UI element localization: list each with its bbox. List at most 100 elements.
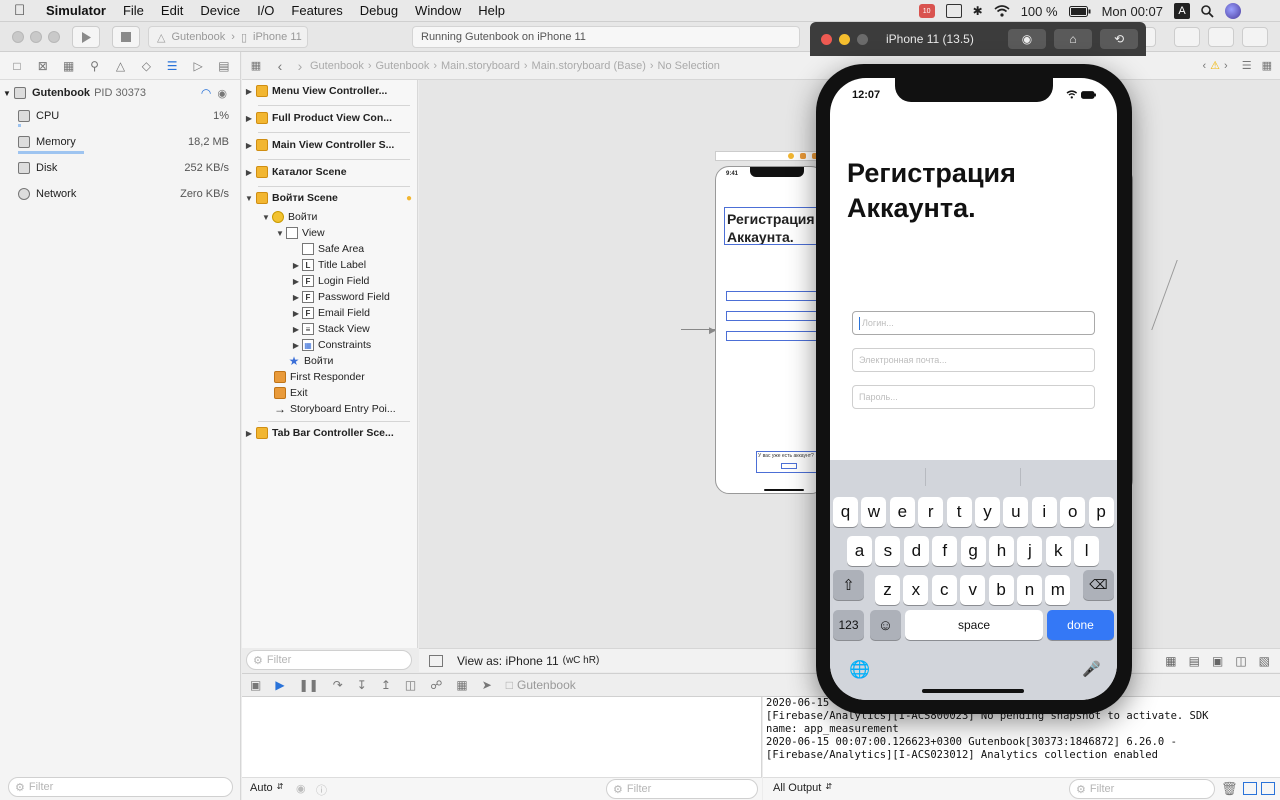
login-field[interactable]: Логин... <box>852 311 1095 335</box>
view-as-label[interactable]: View as: iPhone 11 <box>457 654 559 668</box>
gauge-network[interactable]: Network Zero KB/s <box>0 182 241 206</box>
menu-window[interactable]: Window <box>415 3 461 18</box>
minimize-window-button[interactable] <box>30 31 42 43</box>
scene-dock[interactable] <box>715 151 825 161</box>
space-key[interactable]: space <box>905 610 1043 640</box>
outline-item-view-controller[interactable]: ▼ Войти <box>260 209 317 225</box>
outline-item-first-responder[interactable]: First Responder <box>262 369 365 385</box>
console-filter-field[interactable]: ⚙ Filter <box>1069 779 1215 799</box>
sim-close-button[interactable] <box>821 33 832 45</box>
outline-item-stack-view[interactable]: ▶ ≡ Stack View <box>290 321 370 337</box>
auto-selector[interactable]: Auto ⇵ <box>250 782 283 794</box>
report-icon[interactable]: ▤ <box>215 59 233 73</box>
screenshot-button[interactable]: ◉ <box>1008 29 1046 49</box>
breakpoint-icon[interactable]: ▷ <box>189 59 207 73</box>
outline-item-view[interactable]: ▼ View <box>274 225 325 241</box>
key-z[interactable]: z <box>875 575 900 605</box>
add-constraints-icon[interactable]: ◫ <box>1235 654 1246 668</box>
symbol-icon[interactable]: ▦ <box>60 59 78 73</box>
forward-arrow-icon[interactable]: › <box>290 58 310 74</box>
outline-item-exit[interactable]: Exit <box>262 385 308 401</box>
display-icon[interactable] <box>945 4 962 18</box>
mini-stack-view[interactable]: У вас уже есть аккаунт? <box>756 451 822 473</box>
rotate-button[interactable]: ⟲ <box>1100 29 1138 49</box>
email-field[interactable]: Электронная почта... <box>852 348 1095 372</box>
menu-io[interactable]: I/O <box>257 3 274 18</box>
resolve-issues-icon[interactable]: ▧ <box>1259 654 1270 668</box>
simulator-titlebar[interactable]: iPhone 11 (13.5) ◉ ⌂ ⟲ <box>810 22 1146 56</box>
key-i[interactable]: i <box>1031 497 1057 527</box>
done-key[interactable]: done <box>1047 610 1114 640</box>
scene-warning-icon[interactable]: ● <box>406 193 412 204</box>
breadcrumb-project[interactable]: Gutenbook <box>310 60 364 72</box>
related-items-icon[interactable]: ▦ <box>242 59 270 72</box>
scheme-selector[interactable]: △ Gutenbook › ▯ iPhone 11 <box>148 26 308 48</box>
key-r[interactable]: r <box>918 497 944 527</box>
step-out-icon[interactable]: ↥ <box>381 678 391 692</box>
close-window-button[interactable] <box>12 31 24 43</box>
home-button[interactable]: ⌂ <box>1054 29 1092 49</box>
gauge-cpu[interactable]: CPU 1% <box>0 104 241 128</box>
key-b[interactable]: b <box>988 575 1014 605</box>
password-field[interactable]: Пароль... <box>852 385 1095 409</box>
spotlight-search-icon[interactable] <box>1201 4 1214 18</box>
notification-center-icon[interactable] <box>1252 4 1270 18</box>
outline-filter-field[interactable]: ⚙ Filter <box>246 650 412 670</box>
key-x[interactable]: x <box>903 575 929 605</box>
mini-password-field[interactable] <box>726 331 820 341</box>
step-over-icon[interactable]: ↷ <box>333 678 343 692</box>
globe-icon[interactable]: 🌐 <box>849 660 870 680</box>
menu-debug[interactable]: Debug <box>360 3 398 18</box>
scene-full-product-view[interactable]: ▶ Full Product View Con... <box>242 108 418 128</box>
wifi-icon[interactable] <box>994 5 1010 17</box>
key-n[interactable]: n <box>1017 575 1042 605</box>
mini-login-field[interactable] <box>726 291 820 301</box>
sim-zoom-button[interactable] <box>857 33 868 45</box>
folder-icon[interactable]: □ <box>8 59 26 73</box>
trash-icon[interactable]: 🗑 <box>1221 781 1238 797</box>
key-s[interactable]: s <box>875 536 901 566</box>
scene-catalog[interactable]: ▶ Каталог Scene <box>242 162 418 182</box>
menu-device[interactable]: Device <box>200 3 240 18</box>
scene-preview-login[interactable]: 9:41 Регистрация Аккаунта. У вас уже ест… <box>715 166 825 494</box>
pause-indicator-icon[interactable]: ◠ <box>201 86 211 100</box>
split-right-icon[interactable] <box>1261 782 1275 795</box>
key-w[interactable]: w <box>861 497 887 527</box>
bluetooth-icon[interactable]: ✱ <box>973 4 983 18</box>
disclosure-down-icon[interactable]: ▼ <box>0 89 14 98</box>
key-u[interactable]: u <box>1003 497 1029 527</box>
menu-features[interactable]: Features <box>291 3 342 18</box>
toggle-inspector-button[interactable] <box>1242 27 1268 47</box>
key-h[interactable]: h <box>989 536 1014 566</box>
back-arrow-icon[interactable]: ‹ <box>270 58 290 74</box>
outline-item-password-field[interactable]: ▶ F Password Field <box>290 289 390 305</box>
key-m[interactable]: m <box>1045 575 1071 605</box>
microphone-icon[interactable]: 🎤 <box>1082 660 1101 678</box>
source-control-icon[interactable]: ⊠ <box>34 59 52 73</box>
disclosure-right-icon[interactable]: ▶ <box>242 114 256 123</box>
key-c[interactable]: c <box>931 575 957 605</box>
key-d[interactable]: d <box>903 536 929 566</box>
menu-simulator[interactable]: Simulator <box>46 3 106 18</box>
emoji-key[interactable]: ☺ <box>870 610 901 640</box>
editor-lines-icon[interactable]: ☰ <box>1242 59 1252 72</box>
outline-item-safe-area[interactable]: Safe Area <box>290 241 364 257</box>
key-v[interactable]: v <box>960 575 986 605</box>
disclosure-right-icon[interactable]: ▶ <box>242 141 256 150</box>
key-e[interactable]: e <box>889 497 915 527</box>
environment-overrides-icon[interactable]: ▦ <box>456 678 467 692</box>
toggle-outline-icon[interactable] <box>429 654 443 667</box>
mini-email-field[interactable] <box>726 311 820 321</box>
outline-item-navigation-item[interactable]: ★ Войти <box>276 353 334 369</box>
run-button[interactable] <box>72 26 100 48</box>
key-q[interactable]: q <box>833 497 858 527</box>
key-k[interactable]: k <box>1045 536 1071 566</box>
numbers-key[interactable]: 123 <box>833 610 864 640</box>
memory-graph-icon[interactable]: ☍ <box>430 678 442 692</box>
stop-button[interactable] <box>112 26 140 48</box>
output-selector[interactable]: All Output ⇵ <box>773 782 832 794</box>
find-icon[interactable]: ⚲ <box>86 59 104 73</box>
shift-key[interactable]: ⇧ <box>833 570 864 600</box>
key-g[interactable]: g <box>960 536 986 566</box>
zoom-window-button[interactable] <box>48 31 60 43</box>
